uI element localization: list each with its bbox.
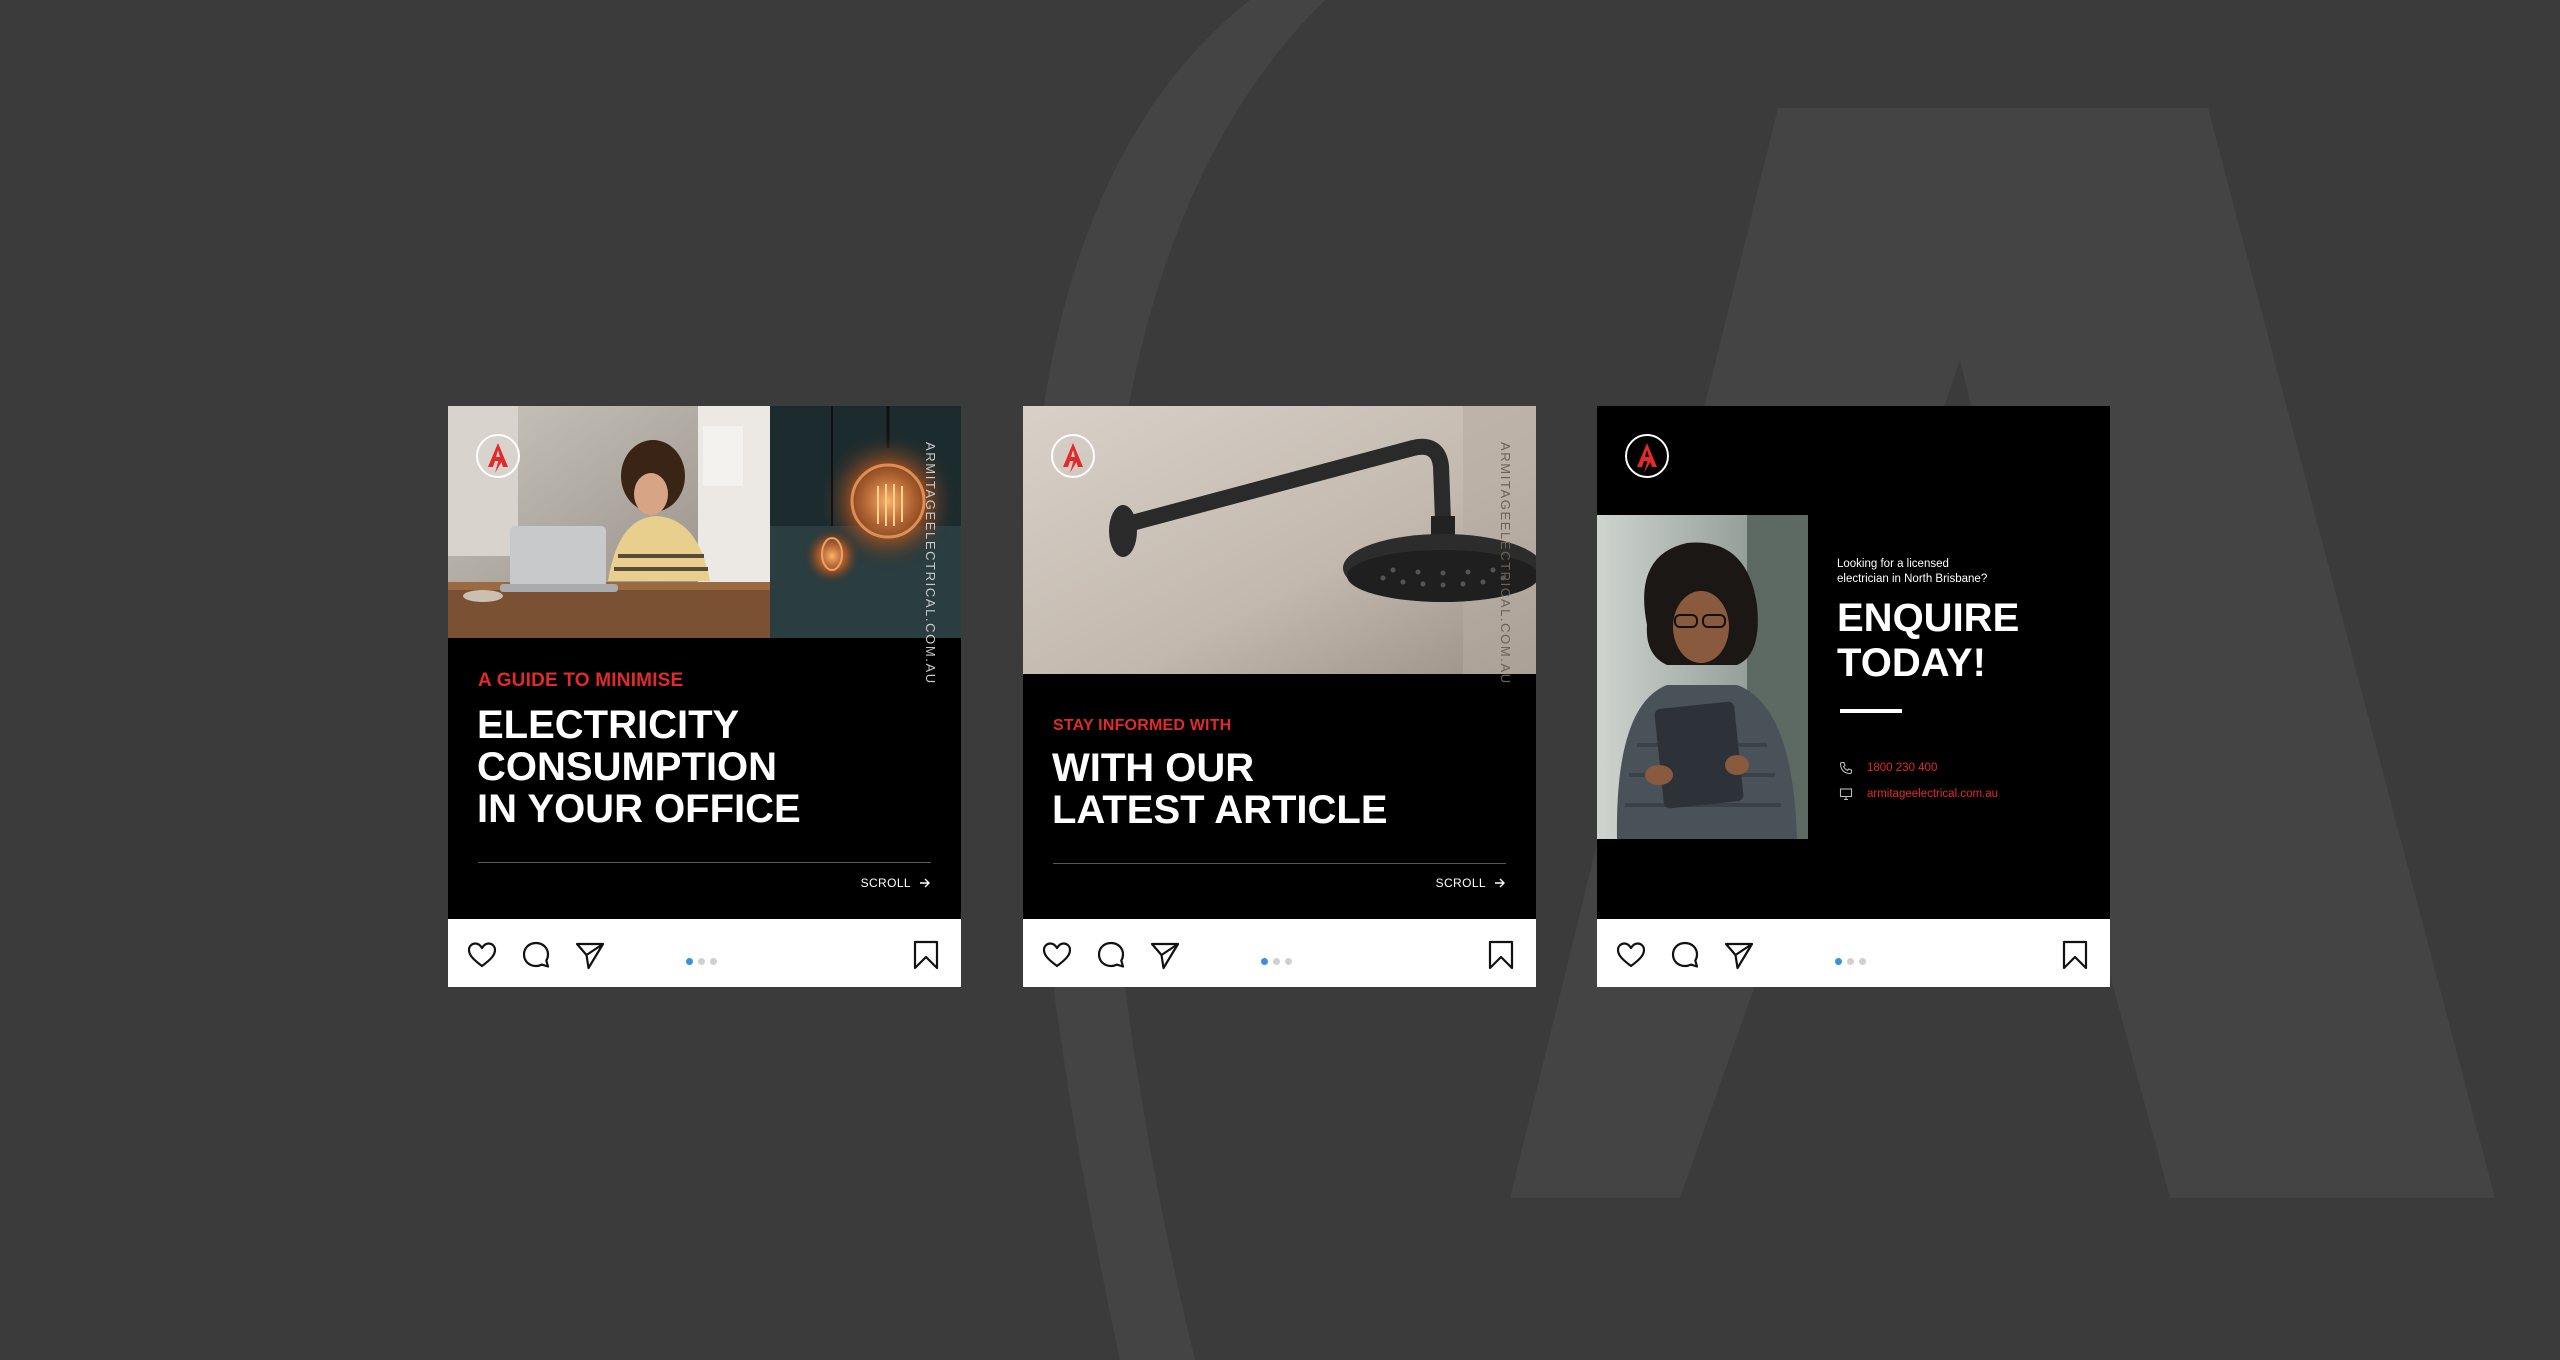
headline-line: CONSUMPTION (477, 745, 777, 789)
carousel-dot (1273, 958, 1280, 965)
monitor-icon (1839, 788, 1853, 801)
photo-woman-tablet (1597, 515, 1808, 839)
carousel-dot (698, 958, 705, 965)
phone-icon (1839, 761, 1853, 775)
comment-icon[interactable] (1669, 939, 1701, 971)
bookmark-icon[interactable] (2059, 939, 2091, 971)
website-link[interactable]: armitageelectrical.com.au (1867, 788, 1998, 800)
post-slide: ARMITAGEELECTRICAL.COM.AU A GUIDE TO MIN… (448, 406, 961, 919)
enquire-headline: ENQUIRE TODAY! (1837, 596, 2019, 686)
heart-icon[interactable] (466, 939, 498, 971)
instagram-post-electricity-guide[interactable]: ARMITAGEELECTRICAL.COM.AU A GUIDE TO MIN… (448, 406, 961, 987)
armitage-logo (476, 434, 520, 478)
headline-line: ENQUIRE (1837, 596, 2020, 640)
headline-line: LATEST ARTICLE (1052, 788, 1388, 832)
carousel-dot-active (1261, 958, 1268, 965)
post-headline: ELECTRICITY CONSUMPTION IN YOUR OFFICE (477, 704, 801, 830)
armitage-logo (1625, 434, 1669, 478)
post-slide: ARMITAGEELECTRICAL.COM.AU STAY INFORMED … (1023, 406, 1536, 919)
divider-line (478, 862, 931, 863)
carousel-dot-active (686, 958, 693, 965)
bookmark-icon[interactable] (1485, 939, 1517, 971)
vertical-website-url: ARMITAGEELECTRICAL.COM.AU (923, 442, 938, 685)
carousel-dot (710, 958, 717, 965)
armitage-logo (1051, 434, 1095, 478)
carousel-dot (1859, 958, 1866, 965)
heart-icon[interactable] (1615, 939, 1647, 971)
headline-underline (1840, 709, 1902, 713)
post-slide: Looking for a licensed electrician in No… (1597, 406, 2110, 919)
scroll-label: SCROLL (1435, 876, 1486, 890)
instagram-post-latest-article[interactable]: ARMITAGEELECTRICAL.COM.AU STAY INFORMED … (1023, 406, 1536, 987)
vertical-website-url: ARMITAGEELECTRICAL.COM.AU (1498, 442, 1513, 685)
send-icon[interactable] (574, 939, 606, 971)
scroll-label: SCROLL (860, 876, 911, 890)
post-kicker: A GUIDE TO MINIMISE (478, 670, 684, 691)
post-action-bar (1597, 919, 2110, 987)
headline-line: ELECTRICITY (477, 703, 740, 747)
send-icon[interactable] (1723, 939, 1755, 971)
photo-shower-head (1023, 406, 1536, 674)
post-action-bar (1023, 919, 1536, 987)
headline-line: IN YOUR OFFICE (477, 787, 801, 831)
carousel-dots (1261, 952, 1297, 965)
comment-icon[interactable] (520, 939, 552, 971)
headline-line: WITH OUR (1052, 746, 1255, 790)
heart-icon[interactable] (1041, 939, 1073, 971)
carousel-dot-active (1835, 958, 1842, 965)
post-action-bar (448, 919, 961, 987)
carousel-dots (686, 952, 722, 965)
instagram-post-enquire[interactable]: Looking for a licensed electrician in No… (1597, 406, 2110, 987)
divider-line (1053, 863, 1506, 864)
enquire-intro: Looking for a licensed electrician in No… (1837, 557, 1987, 587)
carousel-dot (1847, 958, 1854, 965)
carousel-dots (1835, 952, 1871, 965)
intro-line: Looking for a licensed (1837, 558, 1949, 570)
post-headline: WITH OUR LATEST ARTICLE (1052, 747, 1388, 831)
post-kicker: STAY INFORMED WITH (1053, 717, 1232, 734)
arrow-right-icon (920, 878, 930, 888)
phone-number[interactable]: 1800 230 400 (1867, 762, 1937, 774)
carousel-dot (1285, 958, 1292, 965)
bookmark-icon[interactable] (910, 939, 942, 971)
headline-line: TODAY! (1837, 641, 1986, 685)
intro-line: electrician in North Brisbane? (1837, 573, 1988, 585)
send-icon[interactable] (1149, 939, 1181, 971)
comment-icon[interactable] (1095, 939, 1127, 971)
arrow-right-icon (1495, 878, 1505, 888)
